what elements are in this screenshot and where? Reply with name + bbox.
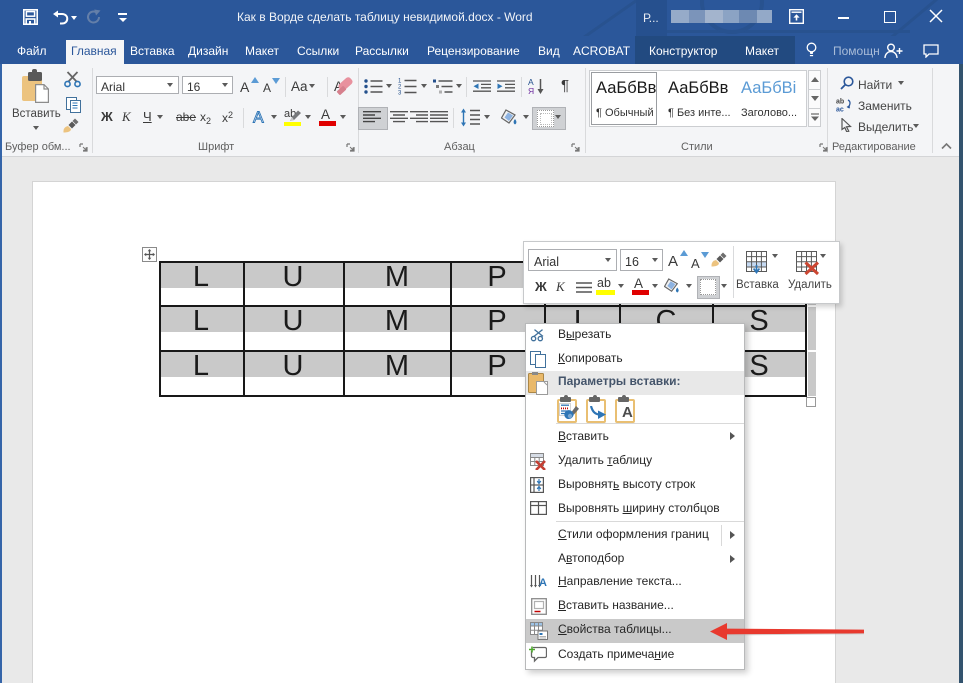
svg-text:А: А (539, 577, 547, 589)
svg-text:3: 3 (398, 91, 402, 96)
svg-text:Я: Я (528, 86, 534, 95)
svg-text:А: А (253, 110, 264, 127)
svg-text:ac: ac (836, 107, 844, 113)
svg-text:ab: ab (836, 99, 844, 106)
